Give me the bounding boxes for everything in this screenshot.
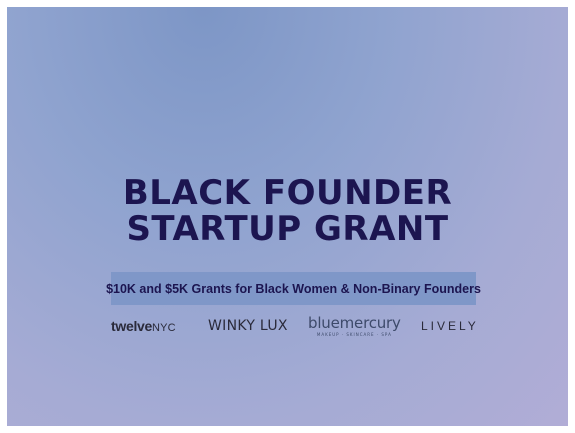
- winky-lux-logo: WINKY LUX: [208, 318, 288, 334]
- bluemercury-tagline: MAKEUP · SKINCARE · SPA: [316, 332, 392, 337]
- subtitle-banner: $10K and $5K Grants for Black Women & No…: [106, 272, 481, 305]
- twelvenyc-logo-suffix: NYC: [152, 322, 176, 334]
- sponsor-logos: twelveNYC WINKY LUX bluemercury MAKEUP ·…: [111, 316, 481, 342]
- headline-line-2: STARTUP GRANT: [126, 209, 449, 249]
- subtitle-text: $10K and $5K Grants for Black Women & No…: [106, 281, 481, 296]
- headline-line-1: BLACK FOUNDER: [122, 173, 453, 213]
- bluemercury-logo-text: bluemercury: [308, 314, 401, 332]
- lively-logo: LIVELY: [421, 319, 479, 333]
- banner-image: BLACK FOUNDER STARTUP GRANT $10K and $5K…: [7, 7, 568, 426]
- twelvenyc-logo-main: twelve: [111, 318, 152, 334]
- twelvenyc-logo: twelveNYC: [111, 318, 176, 334]
- bluemercury-logo: bluemercury MAKEUP · SKINCARE · SPA: [308, 316, 401, 338]
